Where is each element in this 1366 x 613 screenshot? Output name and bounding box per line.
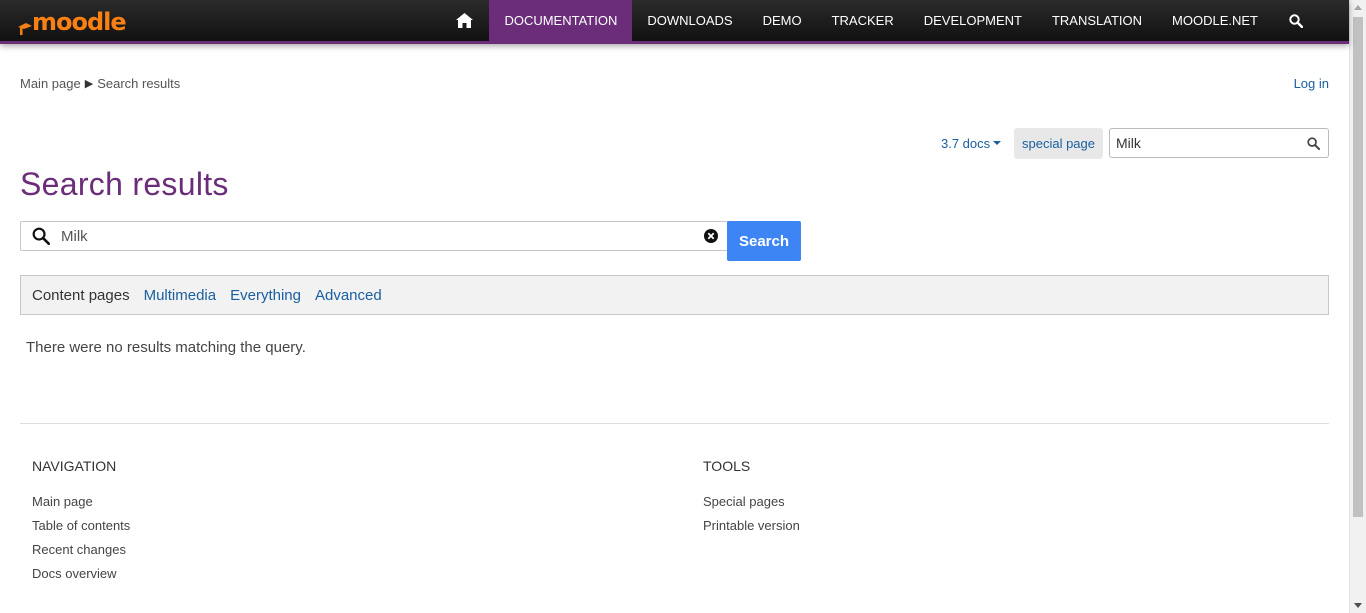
top-navbar: moodle Documentation Downloads Demo Trac… (0, 0, 1349, 44)
moodle-logo[interactable]: moodle (18, 6, 127, 36)
footer-link-printable-version[interactable]: Printable version (703, 518, 800, 542)
breadcrumb: Main page ▶ Search results (20, 76, 180, 91)
footer-link-main-page[interactable]: Main page (32, 494, 130, 518)
footer-link-table-of-contents[interactable]: Table of contents (32, 518, 130, 542)
header-search-field[interactable]: Milk (1109, 128, 1329, 158)
clear-search-button[interactable] (695, 229, 727, 243)
caret-down-icon (993, 141, 1002, 145)
footer-tools-title: Tools (703, 458, 751, 474)
tab-everything[interactable]: Everything (230, 287, 301, 304)
moodle-hat-icon (18, 23, 32, 35)
footer-link-docs-overview[interactable]: Docs overview (32, 566, 130, 590)
main-nav: Documentation Downloads Demo Tracker Dev… (440, 0, 1319, 41)
scroll-down-arrow-icon[interactable] (1354, 603, 1362, 608)
nav-tracker[interactable]: Tracker (817, 0, 909, 41)
breadcrumb-search-results: Search results (97, 76, 181, 91)
footer-link-recent-changes[interactable]: Recent changes (32, 542, 130, 566)
nav-development[interactable]: Development (909, 0, 1037, 41)
main-search-field[interactable]: Milk (20, 221, 728, 251)
search-icon (1306, 136, 1320, 150)
footer-link-special-pages[interactable]: Special pages (703, 494, 800, 518)
nav-translation[interactable]: Translation (1037, 0, 1157, 41)
nav-documentation[interactable]: Documentation (489, 0, 633, 41)
login-link[interactable]: Log in (1294, 76, 1329, 91)
tab-content-pages: Content pages (32, 286, 130, 304)
footer-navigation-title: Navigation (32, 458, 117, 474)
nav-downloads[interactable]: Downloads (632, 0, 747, 41)
tab-multimedia[interactable]: Multimedia (144, 287, 217, 304)
breadcrumb-separator: ▶ (84, 78, 94, 90)
home-icon (456, 13, 474, 28)
search-icon (32, 227, 50, 245)
footer-tools: Tools Special pages Printable version (703, 458, 800, 542)
logo-text: moodle (32, 8, 127, 36)
scroll-thumb[interactable] (1353, 17, 1363, 517)
no-results-message: There were no results matching the query… (26, 339, 306, 356)
vertical-scrollbar[interactable] (1349, 0, 1366, 613)
breadcrumb-main-page[interactable]: Main page (20, 76, 81, 91)
docs-version-label: 3.7 docs (941, 136, 991, 151)
search-icon (1289, 13, 1303, 28)
clear-icon (704, 229, 718, 243)
nav-search-button[interactable] (1273, 0, 1319, 41)
search-button[interactable]: Search (727, 221, 801, 261)
header-search-input[interactable]: Milk (1110, 135, 1298, 151)
footer-divider (20, 423, 1329, 424)
main-search-input[interactable]: Milk (61, 228, 695, 245)
search-field-icon (21, 227, 61, 245)
nav-moodle-net[interactable]: moodle.net (1157, 0, 1273, 41)
nav-demo[interactable]: Demo (748, 0, 817, 41)
tab-advanced[interactable]: Advanced (315, 287, 382, 304)
docs-version-dropdown[interactable]: 3.7 docs (941, 136, 1002, 151)
footer-navigation: Navigation Main page Table of contents R… (32, 458, 130, 590)
home-button[interactable] (440, 0, 489, 41)
special-page-badge[interactable]: special page (1014, 128, 1103, 159)
search-filter-tabs: Content pages Multimedia Everything Adva… (20, 275, 1329, 315)
header-search-submit[interactable] (1298, 136, 1328, 150)
page-title: Search results (20, 166, 229, 202)
scroll-up-arrow-icon[interactable] (1354, 5, 1362, 10)
